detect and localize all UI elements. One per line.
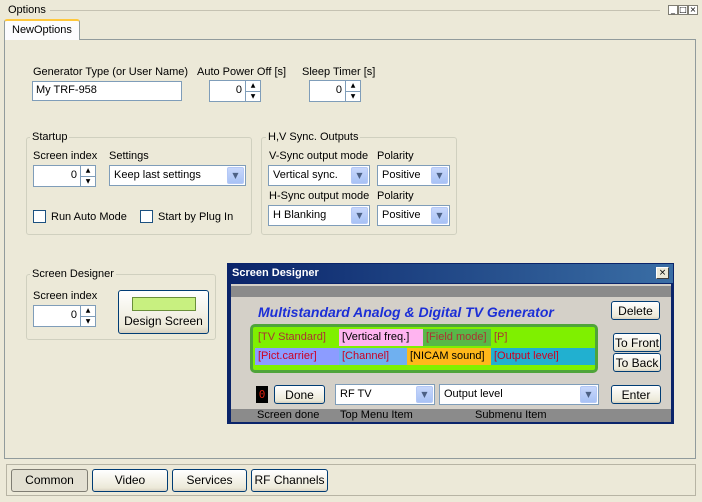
caption-submenu: Submenu Item [475, 409, 547, 421]
delete-button[interactable]: Delete [611, 301, 660, 320]
cell-p[interactable]: [P] [491, 329, 595, 346]
tab-video[interactable]: Video [92, 469, 168, 492]
maximize-icon[interactable]: □ [678, 5, 688, 15]
top-menu-value: RF TV [340, 388, 372, 400]
spin-down-icon[interactable]: ▼ [346, 90, 360, 102]
vsync-value: Vertical sync. [273, 169, 338, 181]
chevron-down-icon[interactable]: ▼ [431, 167, 448, 184]
generator-type-label: Generator Type (or User Name) [33, 66, 189, 78]
spin-down-icon[interactable]: ▼ [81, 175, 95, 187]
window-controls: _ □ × [668, 5, 698, 15]
chevron-down-icon[interactable]: ▼ [416, 386, 433, 403]
cell-pict-carrier[interactable]: [Pict.carrier] [255, 348, 339, 365]
cell-output-level[interactable]: [Output level] [491, 348, 595, 365]
window-title: Options [8, 4, 46, 16]
submenu-value: Output level [444, 388, 503, 400]
settings-label: Settings [109, 150, 149, 162]
start-by-plugin-checkbox[interactable]: Start by Plug In [140, 210, 233, 223]
start-by-plugin-label: Start by Plug In [158, 210, 234, 223]
sleep-timer-value[interactable]: 0 [309, 80, 345, 102]
screen-preview-icon [131, 296, 196, 311]
checkbox-box[interactable] [140, 210, 153, 223]
designer-screen-index-spinner[interactable]: 0 ▲ ▼ [33, 305, 96, 327]
hpolarity-label: Polarity [377, 190, 414, 202]
tab-newoptions[interactable]: NewOptions [4, 19, 80, 40]
screen-designer-body: Multistandard Analog & Digital TV Genera… [231, 284, 671, 422]
run-auto-mode-checkbox[interactable]: Run Auto Mode [33, 210, 127, 223]
caption-screen-done: Screen done [257, 409, 320, 421]
close-icon[interactable]: × [688, 5, 698, 15]
close-icon[interactable]: × [656, 267, 669, 279]
chevron-down-icon[interactable]: ▼ [580, 386, 597, 403]
tab-common[interactable]: Common [11, 469, 88, 492]
screen-designer-window: Screen Designer × Multistandard Analog &… [227, 263, 674, 424]
cell-field-mode[interactable]: [Field mode] [423, 329, 491, 346]
chevron-down-icon[interactable]: ▼ [351, 207, 368, 224]
cell-channel[interactable]: [Channel] [339, 348, 407, 365]
auto-power-label: Auto Power Off [s] [197, 66, 287, 78]
cell-nicam-sound[interactable]: [NICAM sound] [407, 348, 491, 365]
startup-screen-index-label: Screen index [33, 150, 98, 162]
run-auto-mode-label: Run Auto Mode [51, 210, 127, 223]
screen-designer-titlebar: Screen Designer [228, 264, 673, 283]
spin-up-icon[interactable]: ▲ [81, 166, 95, 176]
design-screen-button[interactable]: Design Screen [118, 290, 209, 334]
spin-up-icon[interactable]: ▲ [81, 306, 95, 316]
settings-value: Keep last settings [114, 169, 201, 181]
spin-down-icon[interactable]: ▼ [81, 315, 95, 327]
spin-down-icon[interactable]: ▼ [246, 90, 260, 102]
settings-select[interactable]: Keep last settings ▼ [109, 165, 246, 186]
hpolarity-value: Positive [382, 209, 421, 221]
vpolarity-label: Polarity [377, 150, 414, 162]
vpolarity-value: Positive [382, 169, 421, 181]
auto-power-value[interactable]: 0 [209, 80, 245, 102]
checkbox-box[interactable] [33, 210, 46, 223]
startup-screen-index-spinner[interactable]: 0 ▲ ▼ [33, 165, 96, 187]
cell-vertical-freq[interactable]: [Vertical freq.] [339, 329, 423, 346]
done-button[interactable]: Done [274, 385, 325, 404]
minimize-icon[interactable]: _ [668, 5, 678, 15]
designer-screen-index-label: Screen index [33, 290, 98, 302]
sync-title: H,V Sync. Outputs [266, 131, 361, 143]
top-menu-select[interactable]: RF TV ▼ [335, 384, 435, 405]
chevron-down-icon[interactable]: ▼ [227, 167, 244, 184]
spin-up-icon[interactable]: ▲ [246, 81, 260, 91]
tab-rf-channels[interactable]: RF Channels [251, 469, 328, 492]
hsync-select[interactable]: H Blanking ▼ [268, 205, 370, 226]
sleep-timer-spinner[interactable]: 0 ▲ ▼ [309, 80, 361, 102]
cell-tv-standard[interactable]: [TV Standard] [255, 329, 339, 346]
submenu-select[interactable]: Output level ▼ [439, 384, 599, 405]
enter-button[interactable]: Enter [611, 385, 661, 404]
sleep-timer-label: Sleep Timer [s] [302, 66, 376, 78]
generator-type-input[interactable]: My TRF-958 [32, 81, 182, 101]
screen-designer-title: Screen Designer [30, 268, 116, 280]
spin-up-icon[interactable]: ▲ [346, 81, 360, 91]
designer-heading: Multistandard Analog & Digital TV Genera… [258, 304, 554, 320]
designer-screen-index-value[interactable]: 0 [33, 305, 80, 327]
screen-counter-display: 0 [256, 386, 268, 403]
to-front-button[interactable]: To Front [613, 333, 661, 352]
chevron-down-icon[interactable]: ▼ [351, 167, 368, 184]
startup-title: Startup [30, 131, 70, 143]
caption-top-menu: Top Menu Item [340, 409, 413, 421]
vsync-label: V-Sync output mode [269, 150, 369, 162]
design-screen-label: Design Screen [124, 313, 203, 328]
title-divider [50, 10, 660, 11]
vpolarity-select[interactable]: Positive ▼ [377, 165, 450, 186]
hsync-label: H-Sync output mode [269, 190, 370, 202]
to-back-button[interactable]: To Back [613, 353, 661, 372]
startup-screen-index-value[interactable]: 0 [33, 165, 80, 187]
tab-services[interactable]: Services [172, 469, 247, 492]
hsync-value: H Blanking [273, 209, 327, 221]
hpolarity-select[interactable]: Positive ▼ [377, 205, 450, 226]
chevron-down-icon[interactable]: ▼ [431, 207, 448, 224]
vsync-select[interactable]: Vertical sync. ▼ [268, 165, 370, 186]
auto-power-spinner[interactable]: 0 ▲ ▼ [209, 80, 261, 102]
top-band [231, 286, 671, 297]
screen-layout-grid: [TV Standard] [Vertical freq.] [Field mo… [250, 324, 598, 373]
